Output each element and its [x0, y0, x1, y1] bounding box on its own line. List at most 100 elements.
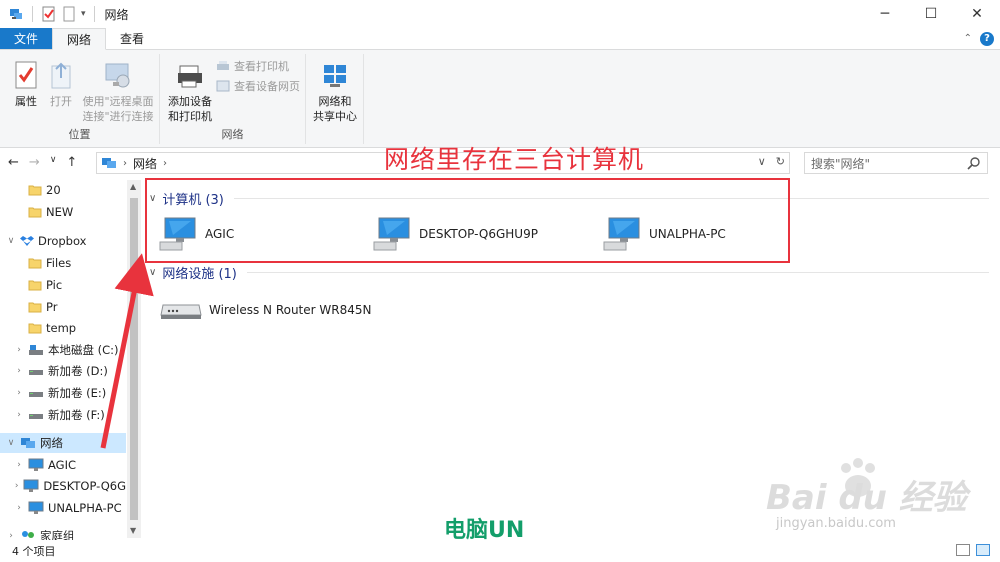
window-controls: ─ ☐ ✕ [862, 0, 1000, 28]
status-bar: 4 个项目 [0, 540, 1000, 562]
nav-item[interactable]: › 新加卷 (F:) [0, 405, 126, 425]
infrastructure-group-label: 网络设施 (1) [162, 266, 237, 282]
ribbon-group-location: 属性 打开 使用"远程桌面 连接"进行连接 位置 [0, 54, 160, 144]
tab-view[interactable]: 查看 [106, 28, 158, 49]
nav-item[interactable]: › 本地磁盘 (C:) [0, 340, 126, 360]
nav-item[interactable]: › 新加卷 (E:) [0, 383, 126, 403]
open-button[interactable]: 打开 [46, 60, 76, 109]
nav-item[interactable]: › AGIC [0, 455, 126, 475]
forward-arrow-icon[interactable]: → [29, 155, 40, 170]
minimize-button[interactable]: ─ [862, 0, 908, 28]
nav-item[interactable]: › UNALPHA-PC [0, 498, 126, 518]
nav-item-label: 20 [46, 183, 61, 197]
back-arrow-icon[interactable]: ← [8, 155, 19, 170]
view-printers-button[interactable]: 查看打印机 [216, 58, 289, 74]
nav-item[interactable]: 20 [0, 180, 126, 200]
group-label-network: 网络 [221, 128, 244, 141]
details-view-icon[interactable] [956, 544, 970, 556]
folder-icon [28, 301, 42, 313]
baidu-logo-text: Bai du 经验 [766, 478, 967, 518]
search-input[interactable]: 搜索"网络" [804, 152, 988, 174]
close-button[interactable]: ✕ [954, 0, 1000, 28]
view-printers-label: 查看打印机 [234, 60, 289, 73]
tab-network[interactable]: 网络 [52, 28, 107, 50]
quick-access-dropdown-icon[interactable]: ▾ [81, 9, 86, 19]
recent-locations-icon[interactable]: ∨ [50, 155, 57, 170]
scroll-down-icon[interactable]: ▼ [130, 526, 136, 535]
folder-icon [28, 184, 42, 196]
network-sharing-label-1: 网络和 [318, 95, 352, 108]
breadcrumb-chevron-icon[interactable]: › [123, 158, 127, 169]
view-device-page-icon [216, 80, 230, 92]
nav-scrollbar[interactable]: ▲ ▼ [127, 180, 141, 538]
remote-desktop-icon [105, 63, 130, 88]
view-device-page-label: 查看设备网页 [234, 80, 300, 93]
collapsed-chevron-icon[interactable]: › [14, 366, 24, 376]
scroll-up-icon[interactable]: ▲ [130, 182, 136, 191]
expanded-chevron-icon[interactable]: ∨ [6, 438, 16, 448]
navigation-pane: 20 NEW ∨ Dropbox Files Pic Pr temp › 本地磁盘 (C:) › 新加… [0, 180, 142, 543]
collapsed-chevron-icon[interactable]: › [14, 460, 24, 470]
remote-desktop-button[interactable]: 使用"远程桌面 连接"进行连接 [80, 60, 156, 124]
scroll-thumb[interactable] [130, 198, 138, 520]
large-icons-view-icon[interactable] [976, 544, 990, 556]
search-icon[interactable] [967, 156, 981, 170]
nav-item[interactable]: › 新加卷 (D:) [0, 361, 126, 381]
nav-item[interactable]: › DESKTOP-Q6G [0, 476, 126, 496]
refresh-icon[interactable]: ↻ [776, 155, 785, 168]
infrastructure-group-header[interactable]: ∨ 网络设施 (1) [149, 262, 989, 282]
ribbon-group-center: 网络和 共享中心 [306, 54, 364, 144]
nav-item[interactable]: Pic [0, 275, 126, 295]
breadcrumb-chevron-icon[interactable]: › [163, 158, 167, 169]
properties-button[interactable]: 属性 [8, 60, 44, 109]
nav-item-label: Pr [46, 300, 58, 314]
view-device-page-button[interactable]: 查看设备网页 [216, 78, 300, 94]
computer-icon [28, 501, 44, 515]
nav-arrows: ← → ∨ ↑ [8, 155, 77, 170]
drive-icon [28, 409, 44, 421]
printer-icon [178, 65, 202, 88]
nav-item-label: AGIC [48, 458, 76, 472]
network-location-icon [102, 158, 116, 168]
router-item[interactable]: Wireless N Router WR845N [159, 290, 371, 330]
collapsed-chevron-icon[interactable]: › [14, 481, 19, 491]
nav-item[interactable]: ∨ Dropbox [0, 231, 126, 251]
folder-icon [28, 257, 42, 269]
ribbon-collapse-icon[interactable]: ⌃ [964, 33, 972, 44]
nav-item-label: UNALPHA-PC [48, 501, 122, 515]
folder-icon [28, 279, 42, 291]
address-dropdown-icon[interactable]: ∨ [758, 155, 766, 168]
collapsed-chevron-icon[interactable]: › [14, 410, 24, 420]
nav-item[interactable]: Files [0, 253, 126, 273]
item-count: 4 个项目 [12, 545, 56, 558]
collapsed-chevron-icon[interactable]: › [14, 388, 24, 398]
annotation-highlight-box [145, 178, 790, 263]
add-devices-button[interactable]: 添加设备 和打印机 [164, 62, 216, 124]
nav-item[interactable]: NEW [0, 202, 126, 222]
nav-item-label: Dropbox [38, 234, 87, 248]
collapsed-chevron-icon[interactable]: › [14, 503, 24, 513]
drive-icon [28, 365, 44, 377]
collapse-chevron-icon[interactable]: ∨ [149, 267, 156, 278]
quick-access-toolbar: ▾ 网络 [0, 6, 129, 23]
add-devices-label-1: 添加设备 [168, 95, 212, 108]
tab-file[interactable]: 文件 [0, 28, 53, 49]
new-folder-quick-icon[interactable] [61, 6, 77, 22]
collapsed-chevron-icon[interactable]: › [14, 345, 24, 355]
expanded-chevron-icon[interactable]: ∨ [6, 236, 16, 246]
breadcrumb-network[interactable]: 网络 [133, 155, 157, 172]
nav-item[interactable]: ∨ 网络 [0, 433, 126, 453]
network-sharing-center-button[interactable]: 网络和 共享中心 [310, 62, 360, 124]
ribbon-group-network: 添加设备 和打印机 查看打印机 查看设备网页 网络 [160, 54, 306, 144]
maximize-button[interactable]: ☐ [908, 0, 954, 28]
nav-item[interactable]: temp [0, 318, 126, 338]
nav-item-label: Files [46, 256, 72, 270]
up-arrow-icon[interactable]: ↑ [66, 155, 77, 170]
nav-item[interactable]: Pr [0, 297, 126, 317]
properties-quick-icon[interactable] [41, 6, 57, 22]
router-icon [160, 304, 202, 319]
help-icon[interactable]: ? [980, 31, 994, 46]
network-sharing-icon [324, 65, 346, 87]
add-devices-label-2: 和打印机 [168, 110, 212, 123]
title-bar: ▾ 网络 ─ ☐ ✕ [0, 0, 1000, 28]
